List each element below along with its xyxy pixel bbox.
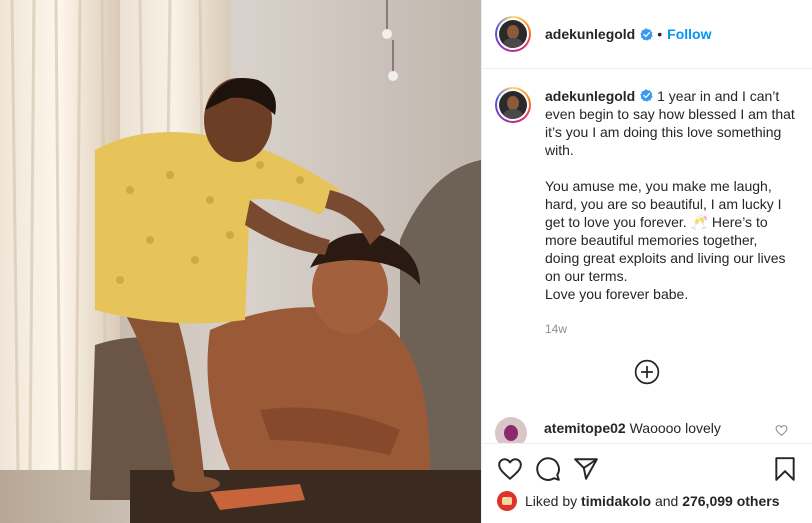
actions-bar: Liked by timidakolo and 276,099 others bbox=[482, 443, 812, 523]
paper-plane-icon[interactable] bbox=[573, 456, 599, 482]
comment-username[interactable]: atemitope02 bbox=[544, 420, 626, 436]
likes-count[interactable]: 276,099 others bbox=[682, 493, 779, 509]
likes-joiner: and bbox=[654, 493, 679, 509]
heart-outline-icon[interactable] bbox=[497, 456, 523, 482]
post-side-panel: adekunlegold • Follow adekunlegold 1 yea… bbox=[481, 0, 812, 523]
verified-badge-icon bbox=[640, 27, 653, 41]
instagram-post: adekunlegold • Follow adekunlegold 1 yea… bbox=[0, 0, 812, 523]
post-photo[interactable] bbox=[0, 0, 481, 523]
comment-text: Waoooo lovely bbox=[629, 420, 721, 436]
caption-avatar[interactable] bbox=[495, 87, 531, 123]
liker-avatar[interactable] bbox=[497, 491, 517, 511]
header-separator: • bbox=[657, 26, 663, 42]
avatar-image bbox=[499, 91, 527, 119]
bookmark-icon[interactable] bbox=[772, 456, 798, 482]
comment-bubble-icon[interactable] bbox=[535, 456, 561, 482]
likes-summary: Liked by timidakolo and 276,099 others bbox=[497, 491, 780, 511]
likes-prefix: Liked by bbox=[525, 493, 578, 509]
caption-body: adekunlegold 1 year in and I can’t even … bbox=[545, 87, 795, 338]
comment-avatar[interactable] bbox=[495, 417, 527, 443]
comment-item: atemitope02 Waoooo lovely bbox=[495, 413, 805, 443]
post-timestamp[interactable]: 14w bbox=[545, 320, 795, 338]
liker-username[interactable]: timidakolo bbox=[581, 493, 651, 509]
follow-button[interactable]: Follow bbox=[667, 26, 711, 42]
comment-heart-icon[interactable] bbox=[775, 424, 788, 437]
caption-username[interactable]: adekunlegold bbox=[545, 88, 635, 104]
verified-badge-icon bbox=[640, 89, 653, 102]
avatar-image bbox=[499, 20, 527, 48]
header-avatar[interactable] bbox=[495, 16, 531, 52]
caption-text: 1 year in and I can’t even begin to say … bbox=[545, 88, 795, 302]
post-header: adekunlegold • Follow bbox=[482, 0, 812, 69]
plus-circle-icon[interactable] bbox=[634, 359, 660, 385]
header-username[interactable]: adekunlegold bbox=[545, 26, 635, 42]
photo-illustration bbox=[0, 0, 481, 523]
